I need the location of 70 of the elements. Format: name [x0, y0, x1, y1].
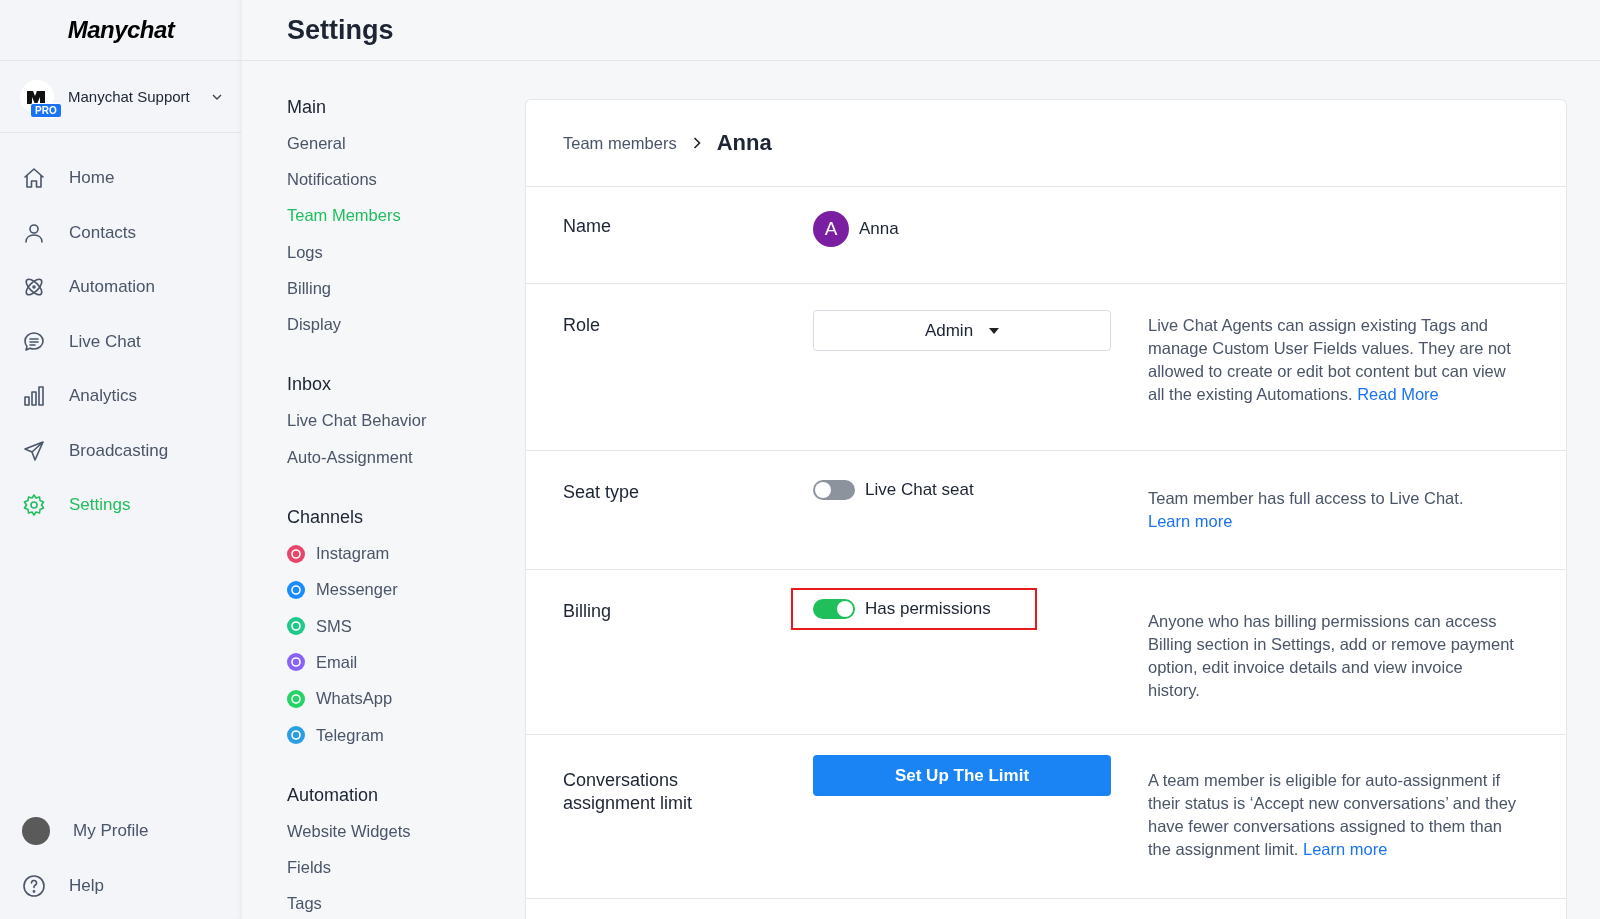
chat-icon	[22, 329, 46, 354]
field-description: Live Chat Agents can assign existing Tags and manage Custom User Fields values. They are not allowed to create or edit bot content but can view all the existing Automations. Read More	[1148, 315, 1512, 405]
channel-icon	[287, 726, 305, 744]
chevron-right-icon	[692, 137, 701, 149]
breadcrumb-link[interactable]: Team members	[563, 133, 677, 153]
field-description: A team member is eligible for auto-assignment if their status is ‘Accept new conversations’ and they have fewer conversations assigned to them than the assignment limit. Learn more	[1148, 770, 1517, 860]
section-heading: Inbox	[287, 373, 333, 397]
settings-nav-item[interactable]: Telegram	[287, 716, 525, 754]
settings-nav-item[interactable]: WhatsApp	[287, 680, 525, 717]
learn-more-link[interactable]: Learn more	[1303, 840, 1388, 858]
settings-nav-item[interactable]: Billing	[287, 270, 525, 307]
section-heading: Main	[287, 95, 327, 119]
toggle-label: Live Chat seat	[865, 480, 974, 500]
field-label: Conversations assignment limit	[563, 769, 694, 815]
role-dropdown[interactable]: Admin	[813, 310, 1111, 351]
field-label: Role	[563, 314, 602, 337]
bars-icon	[22, 384, 46, 409]
field-description: Anyone who has billing permissions can access Billing section in Settings, add or remove payment option, edit invoice details and view invoice history.	[1148, 611, 1515, 701]
logo[interactable]: Manychat	[67, 16, 175, 44]
sidebar-item[interactable]: Automation	[0, 260, 242, 315]
sidebar-item[interactable]: Home	[0, 151, 242, 206]
field-label: Seat type	[563, 481, 641, 504]
channel-icon	[287, 617, 305, 636]
settings-nav-item[interactable]: Tags	[287, 885, 525, 919]
toggle-switch[interactable]	[813, 480, 855, 500]
settings-nav-item[interactable]: SMS	[287, 607, 525, 645]
learn-more-link[interactable]: Read More	[1357, 385, 1439, 403]
field-description: Team member has full access to Live Chat. Learn more	[1148, 488, 1465, 532]
settings-nav-item[interactable]: Logs	[287, 233, 525, 271]
settings-nav-item[interactable]: Live Chat Behavior	[287, 402, 525, 440]
settings-nav-item[interactable]: General	[287, 125, 525, 162]
section-heading: Channels	[287, 505, 365, 529]
settings-nav-item[interactable]: Messenger	[287, 571, 525, 608]
channel-icon	[287, 544, 305, 563]
page-title: Settings	[287, 14, 394, 46]
toggle-label: Has permissions	[865, 599, 991, 619]
help-icon	[22, 873, 46, 898]
settings-nav-item[interactable]: Display	[287, 306, 525, 343]
toggle-switch[interactable]	[813, 599, 855, 619]
avatar-icon	[22, 817, 50, 846]
settings-nav-item[interactable]: Fields	[287, 849, 525, 886]
settings-nav-item[interactable]: Instagram	[287, 535, 525, 572]
field-label: Name	[563, 215, 612, 238]
user-avatar: A	[813, 211, 849, 247]
learn-more-link[interactable]: Learn more	[1148, 512, 1233, 530]
set-limit-button[interactable]: Set Up The Limit	[813, 755, 1111, 796]
send-icon	[22, 438, 46, 463]
settings-nav-item[interactable]: Notifications	[287, 161, 525, 198]
chevron-down-icon	[212, 93, 222, 100]
field-label: Billing	[563, 600, 613, 623]
breadcrumb-current: Anna	[716, 130, 772, 156]
channel-icon	[287, 580, 305, 599]
sidebar-item[interactable]: Live Chat	[0, 314, 242, 369]
settings-icon	[22, 493, 46, 518]
settings-nav-item[interactable]: Email	[287, 644, 525, 681]
sidebar-item[interactable]: Broadcasting	[0, 423, 242, 478]
settings-nav-item[interactable]: Auto-Assignment	[287, 439, 525, 476]
pro-badge: PRO	[30, 103, 62, 118]
sidebar-item[interactable]: Analytics	[0, 369, 242, 424]
channel-icon	[287, 653, 305, 672]
channel-icon	[287, 689, 305, 708]
settings-nav-item[interactable]: Website Widgets	[287, 813, 525, 850]
user-name: Anna	[859, 219, 899, 239]
sidebar-item[interactable]: Contacts	[0, 205, 242, 260]
caret-icon	[989, 327, 1000, 334]
account-switcher[interactable]: PRO Manychat Support	[0, 60, 242, 133]
home-icon	[22, 166, 46, 191]
section-heading: Automation	[287, 783, 380, 807]
sidebar-item[interactable]: My Profile	[0, 804, 242, 859]
sidebar-item[interactable]: Help	[0, 858, 242, 913]
